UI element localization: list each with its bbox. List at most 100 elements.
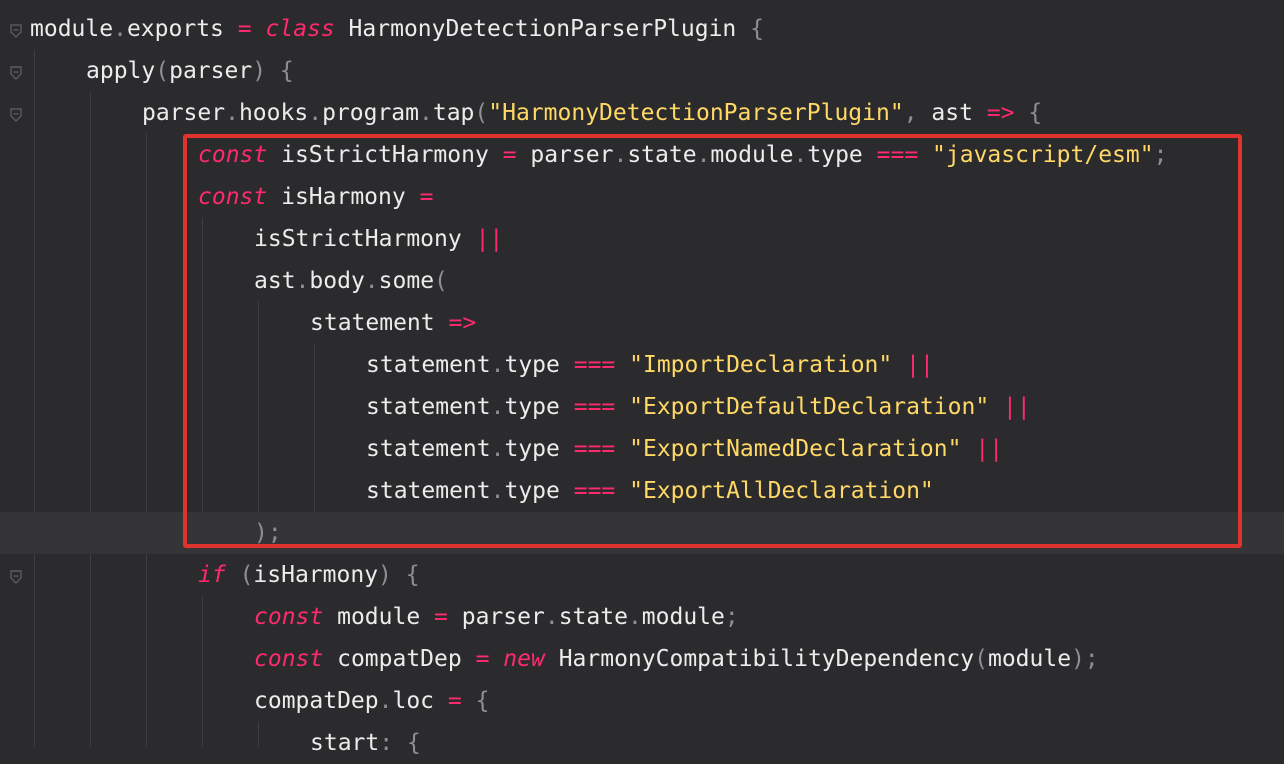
code-token: , (903, 100, 918, 126)
code-token: isHarmony (253, 562, 379, 588)
code-token: . (364, 268, 379, 294)
code-token: parser (142, 100, 226, 126)
code-token: === (573, 394, 616, 420)
code-token: || (906, 352, 934, 378)
indent-guide (202, 218, 203, 554)
code-token: ast (917, 100, 987, 126)
code-token: exports (126, 16, 238, 42)
code-line-text: statement => (310, 302, 476, 344)
code-token: { (279, 58, 294, 84)
code-token: = (419, 184, 434, 210)
code-token: { (475, 688, 490, 714)
code-token: HarmonyCompatibilityDependency (544, 646, 975, 672)
code-line-text: const module = parser.state.module; (254, 596, 739, 638)
code-token: module (710, 142, 794, 168)
code-token: module (323, 604, 435, 630)
code-token: === (573, 478, 616, 504)
code-token: = (447, 688, 462, 714)
code-token: || (475, 226, 504, 252)
code-token: . (544, 604, 559, 630)
code-token: type (504, 352, 574, 378)
code-token: program (322, 100, 419, 126)
code-token: ); (254, 520, 282, 546)
code-token: statement (366, 478, 491, 504)
code-token: HarmonyDetectionParserPlugin (334, 16, 751, 42)
code-token: ) (378, 562, 392, 588)
code-token: const (254, 604, 324, 630)
code-token: = (237, 16, 252, 42)
code-token: { (406, 730, 421, 756)
fold-marker-icon[interactable] (10, 24, 22, 38)
code-token: { (405, 562, 420, 588)
code-token: "ImportDeclaration" (629, 352, 893, 378)
code-token: ( (155, 58, 170, 84)
code-line-text: const isHarmony = (198, 176, 433, 218)
code-token: . (490, 394, 505, 420)
code-token: || (1003, 394, 1031, 420)
code-token: "javascript/esm" (932, 142, 1154, 168)
code-token: ( (239, 562, 254, 588)
code-token: = (434, 604, 448, 630)
code-line-text: const isStrictHarmony = parser.state.mod… (198, 134, 1167, 176)
code-line-text: const compatDep = new HarmonyCompatibili… (254, 638, 1099, 680)
code-token: parser (447, 604, 545, 630)
code-token: type (504, 478, 574, 504)
code-line-text: statement.type === "ExportAllDeclaration… (366, 470, 934, 512)
code-line[interactable]: ); (0, 512, 1284, 554)
code-token: "HarmonyDetectionParserPlugin" (488, 100, 904, 126)
code-line-text: if (isHarmony) { (198, 554, 420, 596)
code-token: type (504, 394, 574, 420)
code-line-text: ast.body.some( (254, 260, 448, 302)
code-line-text: compatDep.loc = { (254, 680, 489, 722)
fold-marker-icon[interactable] (10, 570, 22, 584)
code-token: if (198, 562, 226, 588)
code-line-text: apply(parser) { (86, 50, 294, 92)
code-token: . (378, 688, 393, 714)
code-token: ( (434, 268, 448, 294)
code-token: class (265, 16, 335, 42)
code-line-text: module.exports = class HarmonyDetectionP… (30, 8, 764, 50)
code-token: . (696, 142, 711, 168)
fold-marker-icon[interactable] (10, 66, 22, 80)
code-token: . (490, 436, 505, 462)
code-token: ast (254, 268, 296, 294)
code-token: ; (1153, 142, 1168, 168)
code-token: ; (724, 604, 739, 630)
fold-marker-icon[interactable] (10, 108, 22, 122)
code-token: === (876, 142, 919, 168)
code-token: : (379, 730, 394, 756)
code-token: some (378, 268, 435, 294)
code-token: tap (432, 100, 475, 126)
code-token: "ExportDefaultDeclaration" (629, 394, 990, 420)
code-token: || (975, 436, 1004, 462)
code-token: = (475, 646, 490, 672)
code-token: ( (474, 100, 489, 126)
code-token: { (750, 16, 764, 42)
code-token: module (987, 646, 1072, 672)
code-token: . (793, 142, 808, 168)
code-token: . (308, 100, 323, 126)
code-token: parser (516, 142, 614, 168)
code-editor[interactable]: module. exports = class HarmonyDetectionP… (0, 0, 1284, 756)
code-token: . (295, 268, 310, 294)
code-token: compatDep (323, 646, 476, 672)
code-token: . (225, 100, 239, 126)
code-token: new (503, 646, 545, 672)
indent-guide (202, 596, 203, 746)
code-token: . (419, 100, 433, 126)
indent-guide (146, 134, 147, 746)
code-token: "ExportNamedDeclaration" (629, 436, 962, 462)
code-token: const (254, 646, 324, 672)
code-token: compatDep (254, 688, 379, 714)
code-token: module (641, 604, 725, 630)
